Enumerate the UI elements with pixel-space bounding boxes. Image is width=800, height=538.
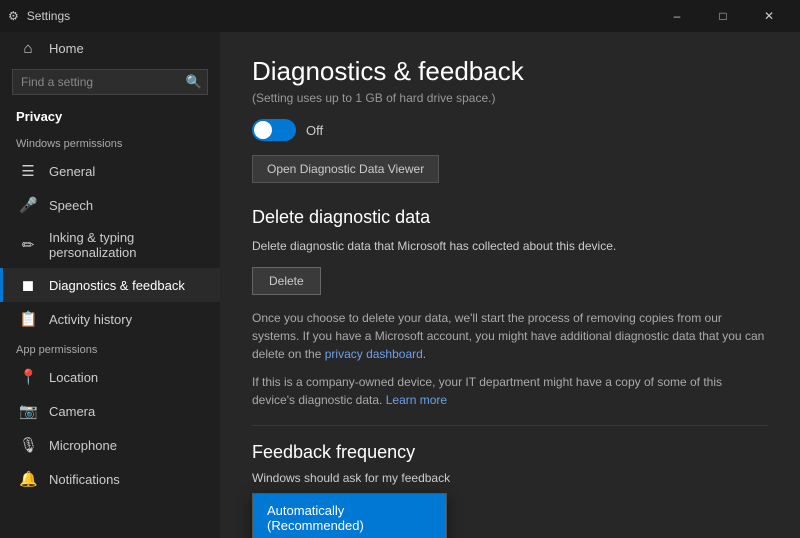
sidebar-item-inking[interactable]: ✏ Inking & typing personalization <box>0 222 220 268</box>
toggle-switch[interactable] <box>252 119 296 141</box>
search-box: 🔍 <box>12 69 208 95</box>
sidebar-item-label: Camera <box>49 404 95 419</box>
sidebar-item-label: Microphone <box>49 438 117 453</box>
speech-icon: 🎤 <box>19 196 37 214</box>
sidebar-item-camera[interactable]: 📷 Camera <box>0 394 220 428</box>
app-permissions-label: App permissions <box>0 336 220 360</box>
sidebar-item-notifications[interactable]: 🔔 Notifications <box>0 462 220 496</box>
sidebar-item-label: Inking & typing personalization <box>49 230 204 260</box>
toggle-label: Off <box>306 123 323 138</box>
feedback-label: Windows should ask for my feedback <box>252 471 768 485</box>
sidebar-item-label: Speech <box>49 198 93 213</box>
camera-icon: 📷 <box>19 402 37 420</box>
general-icon: ☰ <box>19 162 37 180</box>
page-title: Diagnostics & feedback <box>252 56 768 87</box>
page-subtitle: (Setting uses up to 1 GB of hard drive s… <box>252 91 768 105</box>
toggle-knob <box>254 121 272 139</box>
app-body: ⌂ Home 🔍 Privacy Windows permissions ☰ G… <box>0 32 800 538</box>
search-icon: 🔍 <box>186 74 202 90</box>
inking-icon: ✏ <box>19 236 37 254</box>
sidebar-home-label: Home <box>49 41 84 56</box>
open-diagnostic-viewer-button[interactable]: Open Diagnostic Data Viewer <box>252 155 439 183</box>
title-bar-left: ⚙ Settings <box>8 9 70 23</box>
sidebar-item-label: Notifications <box>49 472 120 487</box>
feedback-title: Feedback frequency <box>252 442 768 463</box>
title-bar-controls: – □ ✕ <box>654 0 792 32</box>
windows-permissions-label: Windows permissions <box>0 130 220 154</box>
info-period: . <box>423 347 426 361</box>
close-button[interactable]: ✕ <box>746 0 792 32</box>
privacy-dashboard-link[interactable]: privacy dashboard <box>325 347 423 361</box>
title-bar-title: Settings <box>27 9 70 23</box>
search-input[interactable] <box>12 69 208 95</box>
maximize-button[interactable]: □ <box>700 0 746 32</box>
delete-button[interactable]: Delete <box>252 267 321 295</box>
sidebar-item-microphone[interactable]: 🎙 Microphone <box>0 428 220 462</box>
sidebar-item-label: Activity history <box>49 312 132 327</box>
dropdown-open-list: Automatically (Recommended) Always Once … <box>252 493 447 538</box>
sidebar-item-label: Location <box>49 370 98 385</box>
microphone-icon: 🎙 <box>19 436 37 454</box>
info-text-2: If this is a company-owned device, your … <box>252 373 768 409</box>
section-divider <box>252 425 768 426</box>
sidebar-item-home[interactable]: ⌂ Home <box>0 32 220 65</box>
notifications-icon: 🔔 <box>19 470 37 488</box>
location-icon: 📍 <box>19 368 37 386</box>
settings-icon: ⚙ <box>8 9 19 23</box>
diagnostics-icon: ◼ <box>19 276 37 294</box>
privacy-label: Privacy <box>0 103 220 130</box>
sidebar-item-activity[interactable]: 📋 Activity history <box>0 302 220 336</box>
company-device-text: If this is a company-owned device, your … <box>252 375 722 407</box>
delete-section-description: Delete diagnostic data that Microsoft ha… <box>252 238 768 255</box>
title-bar: ⚙ Settings – □ ✕ <box>0 0 800 32</box>
sidebar-item-label: General <box>49 164 95 179</box>
learn-more-link[interactable]: Learn more <box>386 393 447 407</box>
minimize-button[interactable]: – <box>654 0 700 32</box>
home-icon: ⌂ <box>19 40 37 57</box>
sidebar-item-general[interactable]: ☰ General <box>0 154 220 188</box>
info-text-1: Once you choose to delete your data, we'… <box>252 309 768 363</box>
sidebar-item-speech[interactable]: 🎤 Speech <box>0 188 220 222</box>
sidebar-item-location[interactable]: 📍 Location <box>0 360 220 394</box>
delete-section-title: Delete diagnostic data <box>252 207 768 228</box>
sidebar-item-label: Diagnostics & feedback <box>49 278 185 293</box>
sidebar-item-diagnostics[interactable]: ◼ Diagnostics & feedback <box>0 268 220 302</box>
sidebar: ⌂ Home 🔍 Privacy Windows permissions ☰ G… <box>0 32 220 538</box>
activity-icon: 📋 <box>19 310 37 328</box>
toggle-row: Off <box>252 119 768 141</box>
dropdown-option-auto[interactable]: Automatically (Recommended) <box>253 494 446 538</box>
main-content: Diagnostics & feedback (Setting uses up … <box>220 32 800 538</box>
